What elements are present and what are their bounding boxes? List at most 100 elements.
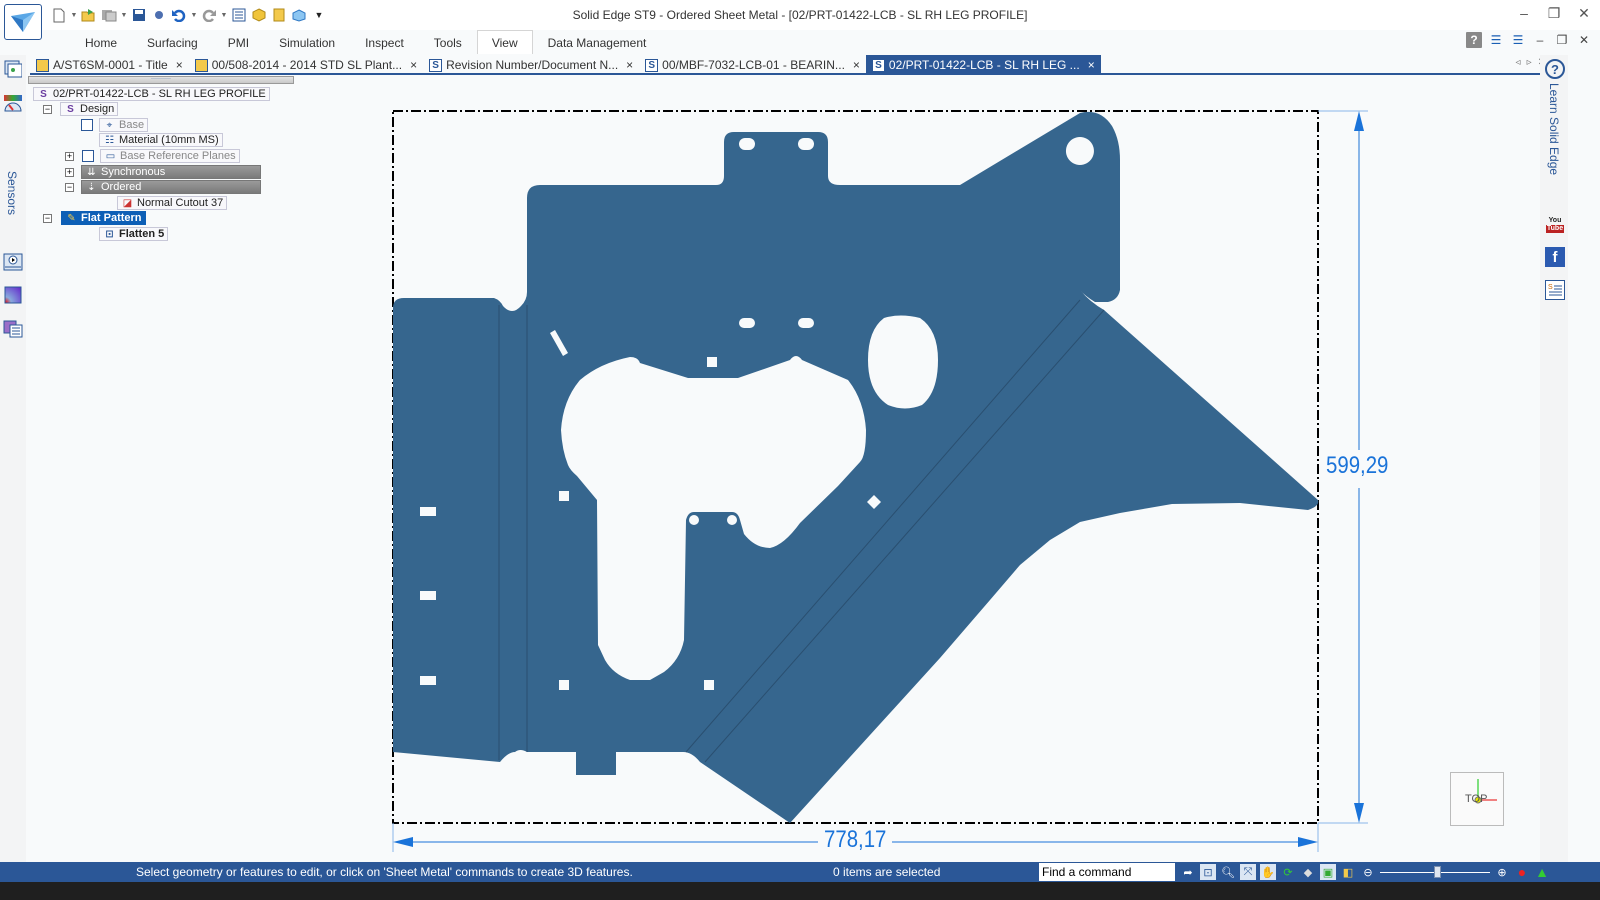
minimize-button[interactable]: –: [1516, 5, 1532, 21]
community-icon[interactable]: S: [1545, 280, 1565, 300]
youtube-icon[interactable]: You Tube: [1545, 215, 1565, 235]
collapse-toggle[interactable]: −: [43, 213, 52, 223]
tree-root[interactable]: S 02/PRT-01422-LCB - SL RH LEG PROFILE: [33, 87, 270, 101]
tab-surfacing[interactable]: Surfacing: [132, 30, 213, 54]
zoom-area-icon[interactable]: ⊡: [1200, 864, 1216, 880]
tab-scroll-left-icon[interactable]: ◃: [1516, 57, 1521, 68]
undo-icon[interactable]: [170, 6, 188, 24]
doc-tab[interactable]: S 00/MBF-7032-LCB-01 - BEARIN... ×: [639, 55, 866, 75]
zoom-slider[interactable]: [1380, 864, 1490, 880]
record-icon[interactable]: ●: [1514, 864, 1530, 880]
tree-item-base-reference-planes[interactable]: + ▭ Base Reference Planes: [65, 149, 240, 163]
find-command-input[interactable]: [1039, 863, 1175, 881]
fit-icon[interactable]: ⤧: [1240, 864, 1256, 880]
print-icon[interactable]: [150, 6, 168, 24]
tree-item-base[interactable]: ⌖ Base: [81, 118, 149, 132]
doc-tab-active[interactable]: S 02/PRT-01422-LCB - SL RH LEG ... ×: [865, 55, 1101, 75]
save-all-icon[interactable]: [100, 6, 118, 24]
close-icon[interactable]: ×: [853, 58, 860, 72]
spin-about-icon[interactable]: ◆: [1300, 864, 1316, 880]
properties-icon[interactable]: [230, 6, 248, 24]
tab-inspect[interactable]: Inspect: [350, 30, 419, 54]
height-dimension-value[interactable]: 599,29: [1326, 452, 1388, 480]
customize-toolbar-icon[interactable]: ▼: [310, 6, 328, 24]
redo-dropdown[interactable]: ▼: [220, 12, 228, 19]
save-all-dropdown[interactable]: ▼: [120, 12, 128, 19]
tree-item-ordered[interactable]: − ⇣ Ordered: [65, 180, 261, 194]
tab-data-management[interactable]: Data Management: [533, 30, 662, 54]
undo-dropdown[interactable]: ▼: [190, 12, 198, 19]
tab-scroll-right-icon[interactable]: ▹: [1527, 57, 1532, 68]
views-icon[interactable]: ◧: [1340, 864, 1356, 880]
zoom-slider-thumb[interactable]: [1434, 866, 1441, 878]
command-finder-arrow-icon[interactable]: ➦: [1180, 864, 1196, 880]
upload-icon[interactable]: ▲: [1534, 864, 1550, 880]
collapse-toggle[interactable]: −: [43, 104, 52, 114]
tree-node[interactable]: ⌖ Base: [99, 118, 149, 132]
part-icon[interactable]: [250, 6, 268, 24]
sensors-label[interactable]: Sensors: [5, 171, 19, 215]
view-orientation-cube[interactable]: TOP: [1450, 772, 1504, 826]
sketch-view-icon[interactable]: ▣: [1320, 864, 1336, 880]
pathfinder-icon[interactable]: [3, 59, 23, 79]
open-icon[interactable]: [80, 6, 98, 24]
tab-view[interactable]: View: [476, 30, 533, 54]
tree-node[interactable]: S 02/PRT-01422-LCB - SL RH LEG PROFILE: [33, 87, 270, 101]
restore-button[interactable]: ❐: [1546, 5, 1562, 21]
doc-close-button[interactable]: ✕: [1576, 32, 1592, 48]
tree-item-normal-cutout[interactable]: ◪ Normal Cutout 37: [117, 196, 228, 210]
zoom-in-icon[interactable]: ⊕: [1494, 864, 1510, 880]
redo-icon[interactable]: [200, 6, 218, 24]
tree-node[interactable]: S Design: [60, 102, 119, 116]
doc-restore-button[interactable]: ❐: [1554, 32, 1570, 48]
rotate-icon[interactable]: ⟳: [1280, 864, 1296, 880]
tab-home[interactable]: Home: [70, 30, 132, 54]
tree-node[interactable]: ☷ Material (10mm MS): [99, 133, 223, 147]
tab-pmi[interactable]: PMI: [213, 30, 264, 54]
new-icon[interactable]: [50, 6, 68, 24]
save-icon[interactable]: [130, 6, 148, 24]
help-circle-icon[interactable]: ?: [1545, 59, 1565, 79]
application-button[interactable]: [4, 4, 42, 40]
doc-minimize-button[interactable]: –: [1532, 32, 1548, 48]
doc-tab[interactable]: S Revision Number/Document N... ×: [423, 55, 639, 75]
close-icon[interactable]: ×: [176, 58, 183, 72]
color-manager-icon[interactable]: [3, 285, 23, 305]
sensors-icon[interactable]: [3, 93, 23, 113]
tree-item-material[interactable]: ☷ Material (10mm MS): [99, 133, 223, 147]
tree-node[interactable]: ⇣ Ordered: [81, 180, 261, 194]
collapse-toggle[interactable]: −: [65, 182, 74, 192]
doc-tab[interactable]: 00/508-2014 - 2014 STD SL Plant... ×: [189, 55, 423, 75]
assembly-icon[interactable]: [290, 6, 308, 24]
help-icon[interactable]: ?: [1466, 32, 1482, 48]
close-button[interactable]: ✕: [1576, 5, 1592, 21]
animation-icon[interactable]: [3, 252, 23, 272]
tree-node[interactable]: ▭ Base Reference Planes: [100, 149, 240, 163]
layers-icon[interactable]: [3, 319, 23, 339]
tree-node-selected[interactable]: ✎ Flat Pattern: [61, 211, 146, 225]
close-icon[interactable]: ×: [626, 58, 633, 72]
zoom-out-icon[interactable]: ⊖: [1360, 864, 1376, 880]
tree-node[interactable]: ⇊ Synchronous: [81, 165, 261, 179]
pathfinder-splitter[interactable]: ··········: [28, 76, 294, 84]
doc-tab[interactable]: A/ST6SM-0001 - Title ×: [30, 55, 189, 75]
cascade-windows-icon[interactable]: ☰: [1510, 32, 1526, 48]
tree-node[interactable]: ⊡ Flatten 5: [99, 227, 169, 241]
close-icon[interactable]: ×: [1088, 58, 1095, 72]
learn-solid-edge-label[interactable]: Learn Solid Edge: [1547, 83, 1561, 175]
width-dimension-value[interactable]: 778,17: [824, 826, 886, 854]
tree-node[interactable]: ◪ Normal Cutout 37: [117, 196, 228, 210]
expand-toggle[interactable]: +: [65, 151, 74, 161]
close-icon[interactable]: ×: [410, 58, 417, 72]
zoom-icon[interactable]: 🔍︎: [1220, 864, 1236, 880]
new-dropdown[interactable]: ▼: [70, 12, 78, 19]
tree-item-flatten[interactable]: ⊡ Flatten 5: [99, 227, 169, 241]
visibility-checkbox[interactable]: [81, 119, 93, 131]
arrange-windows-icon[interactable]: ☰: [1488, 32, 1504, 48]
tab-tools[interactable]: Tools: [419, 30, 477, 54]
pan-icon[interactable]: ✋: [1260, 864, 1276, 880]
tree-item-synchronous[interactable]: + ⇊ Synchronous: [65, 165, 261, 179]
expand-toggle[interactable]: +: [65, 167, 74, 177]
visibility-checkbox[interactable]: [82, 150, 94, 162]
facebook-icon[interactable]: f: [1545, 247, 1565, 267]
